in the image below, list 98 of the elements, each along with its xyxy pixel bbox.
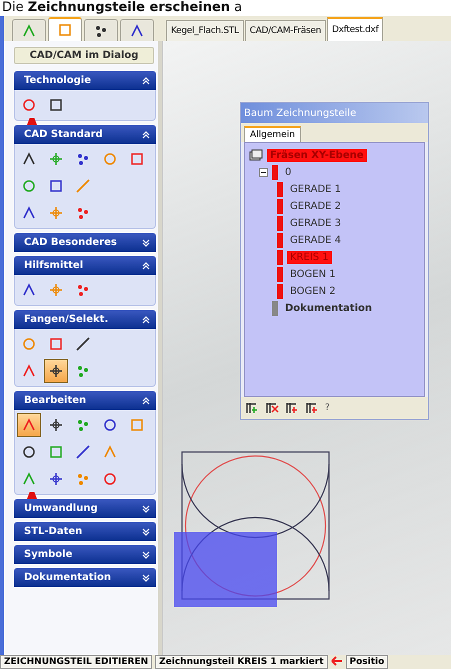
tool-icon xyxy=(75,471,91,487)
section-header[interactable]: CAD Standard xyxy=(14,125,156,144)
caption-text: Die Zeichnungsteile erscheinen a xyxy=(1,0,244,16)
tree-item[interactable]: GERADE 1 xyxy=(287,182,344,196)
tool-icon xyxy=(48,444,64,460)
mode-tab[interactable] xyxy=(120,19,154,41)
tool-icon xyxy=(75,178,91,194)
tool-icon xyxy=(21,417,37,433)
tool-icon xyxy=(21,97,37,113)
section-title: CAD Standard xyxy=(24,129,103,140)
tool-icon xyxy=(129,417,145,433)
section-title: Symbole xyxy=(24,549,72,560)
window-tab[interactable]: Allgemein xyxy=(244,126,301,142)
tool-icon xyxy=(48,363,64,379)
tool-icon xyxy=(102,151,118,167)
tree-item[interactable]: GERADE 2 xyxy=(287,200,344,212)
tree-item[interactable]: Dokumentation xyxy=(282,302,375,314)
collapse-icon xyxy=(142,130,150,138)
tool-icon xyxy=(129,151,145,167)
toolbar-icon[interactable] xyxy=(305,402,319,414)
tool-icon xyxy=(21,363,37,379)
toolbar-icon[interactable] xyxy=(285,402,299,414)
tool-icon xyxy=(75,151,91,167)
message-status: Zeichnungsteil KREIS 1 markiert xyxy=(155,655,328,669)
section-title: Bearbeiten xyxy=(24,395,86,406)
tool-icon xyxy=(75,205,91,221)
expand-icon xyxy=(142,550,150,558)
tool-icon xyxy=(21,471,37,487)
collapse-icon xyxy=(142,76,150,84)
window-title: Baum Zeichnungsteile xyxy=(241,103,428,123)
tool-icon xyxy=(102,471,118,487)
section-title: Fangen/Selekt. xyxy=(24,314,108,325)
section-header[interactable]: Fangen/Selekt. xyxy=(14,310,156,329)
tool-icon xyxy=(21,22,37,38)
section-header[interactable]: CAD Besonderes xyxy=(14,233,156,252)
dialog-button[interactable]: CAD/CAM im Dialog xyxy=(14,47,154,64)
tool-icon xyxy=(75,417,91,433)
mode-status: ZEICHNUNGSTEIL EDITIEREN xyxy=(0,655,152,669)
expand-icon xyxy=(142,504,150,512)
toolbar-icon[interactable] xyxy=(245,402,259,414)
tool-icon xyxy=(75,282,91,298)
tool-button[interactable] xyxy=(44,359,68,383)
expand-icon xyxy=(142,574,150,582)
tool-icon xyxy=(48,282,64,298)
document-tab[interactable]: Kegel_Flach.STL xyxy=(166,20,244,41)
section-title: Umwandlung xyxy=(24,503,98,514)
tool-icon xyxy=(102,444,118,460)
tool-icon xyxy=(48,471,64,487)
section-title: STL-Daten xyxy=(24,526,82,537)
collapse-toggle[interactable] xyxy=(259,168,268,176)
drawing-canvas[interactable]: Baum Zeichnungsteile Allgemein Fräsen XY-Ebene 0 GERADE 1 GERADE 2 GERADE 3 GERADE 4 KREIS 1 BOGEN 1 BOGEN 2 Dokumentation ? xyxy=(162,41,451,655)
tool-icon xyxy=(48,205,64,221)
section-header[interactable]: Umwandlung xyxy=(14,499,156,518)
tool-icon xyxy=(48,336,64,352)
section-header[interactable]: STL-Daten xyxy=(14,522,156,541)
tree-item[interactable]: BOGEN 2 xyxy=(287,284,339,298)
section-title: Technologie xyxy=(24,75,91,86)
section-header[interactable]: Symbole xyxy=(14,545,156,564)
section-header[interactable]: Bearbeiten xyxy=(14,391,156,410)
section-header[interactable]: Dokumentation xyxy=(14,568,156,587)
tool-icon xyxy=(75,363,91,379)
tool-icon xyxy=(75,336,91,352)
tool-icon xyxy=(102,417,118,433)
tool-icon xyxy=(129,22,145,38)
tree-item[interactable]: 0 xyxy=(282,166,294,178)
tree-item[interactable]: BOGEN 1 xyxy=(287,268,339,280)
layers-icon xyxy=(249,149,263,161)
section-title: Dokumentation xyxy=(24,572,111,583)
document-tab[interactable]: Dxftest.dxf xyxy=(327,17,384,41)
mode-tab[interactable] xyxy=(84,19,118,41)
tool-icon xyxy=(48,178,64,194)
collapse-icon xyxy=(142,396,150,404)
help-button[interactable]: ? xyxy=(325,403,330,413)
tool-icon xyxy=(48,151,64,167)
position-status: Positio xyxy=(346,655,388,669)
arrow-left-icon xyxy=(330,655,343,667)
document-tab[interactable]: CAD/CAM-Fräsen xyxy=(244,20,326,41)
section-header[interactable]: Technologie xyxy=(14,71,156,90)
section-title: CAD Besonderes xyxy=(24,237,117,248)
section-header[interactable]: Hilfsmittel xyxy=(14,256,156,275)
collapse-icon xyxy=(142,316,150,324)
collapse-icon xyxy=(142,262,150,270)
tool-icon xyxy=(21,205,37,221)
tool-icon xyxy=(21,444,37,460)
tool-icon xyxy=(21,282,37,298)
expand-icon xyxy=(142,528,150,536)
section-title: Hilfsmittel xyxy=(24,260,84,271)
tool-icon xyxy=(21,336,37,352)
toolbar-icon[interactable] xyxy=(265,402,279,414)
tool-icon xyxy=(21,178,37,194)
tool-icon xyxy=(75,444,91,460)
tree-item[interactable]: GERADE 4 xyxy=(287,234,344,246)
tool-icon xyxy=(48,97,64,113)
tool-icon xyxy=(48,417,64,433)
tree-item[interactable]: GERADE 3 xyxy=(287,216,344,230)
tool-icon xyxy=(21,151,37,167)
tool-icon xyxy=(57,22,73,38)
expand-icon xyxy=(142,238,150,246)
